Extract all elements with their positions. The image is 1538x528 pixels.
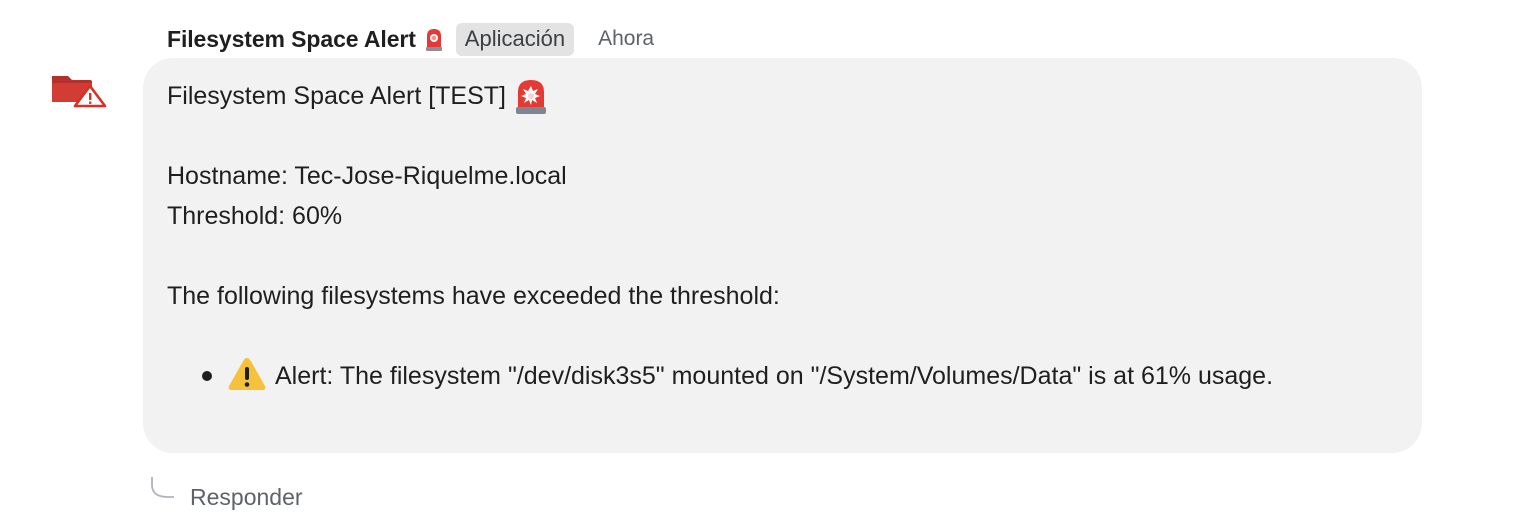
message-bubble: Filesystem Space Alert [TEST] Hostname: … [143, 58, 1422, 453]
warning-icon [227, 356, 267, 392]
threshold-line: Threshold: 60% [167, 202, 343, 230]
list-item: Alert: The filesystem "/dev/disk3s5" mou… [167, 356, 1398, 397]
timestamp: Ahora [598, 27, 655, 50]
reply-button[interactable]: Responder [148, 466, 303, 511]
message-title: Filesystem Space Alert [TEST] [167, 82, 506, 110]
app-badge: Aplicación [455, 22, 575, 56]
police-light-icon [514, 77, 548, 115]
bullet-dot [202, 371, 212, 381]
reply-thread-icon [148, 476, 176, 501]
alert-text: Alert: The filesystem "/dev/disk3s5" mou… [275, 362, 1274, 390]
intro-line: The following filesystems have exceeded … [167, 282, 780, 310]
folder-alert-icon[interactable] [50, 72, 108, 112]
chat-message: Filesystem Space Alert Aplicación Ahora … [0, 0, 1538, 528]
message-title-row: Filesystem Space Alert [TEST] [167, 76, 1398, 116]
sender-name[interactable]: Filesystem Space Alert [167, 26, 416, 53]
police-light-icon [424, 27, 444, 51]
message-header: Filesystem Space Alert Aplicación Ahora [167, 22, 654, 56]
reply-label: Responder [190, 484, 303, 510]
hostname-line: Hostname: Tec-Jose-Riquelme.local [167, 162, 567, 190]
